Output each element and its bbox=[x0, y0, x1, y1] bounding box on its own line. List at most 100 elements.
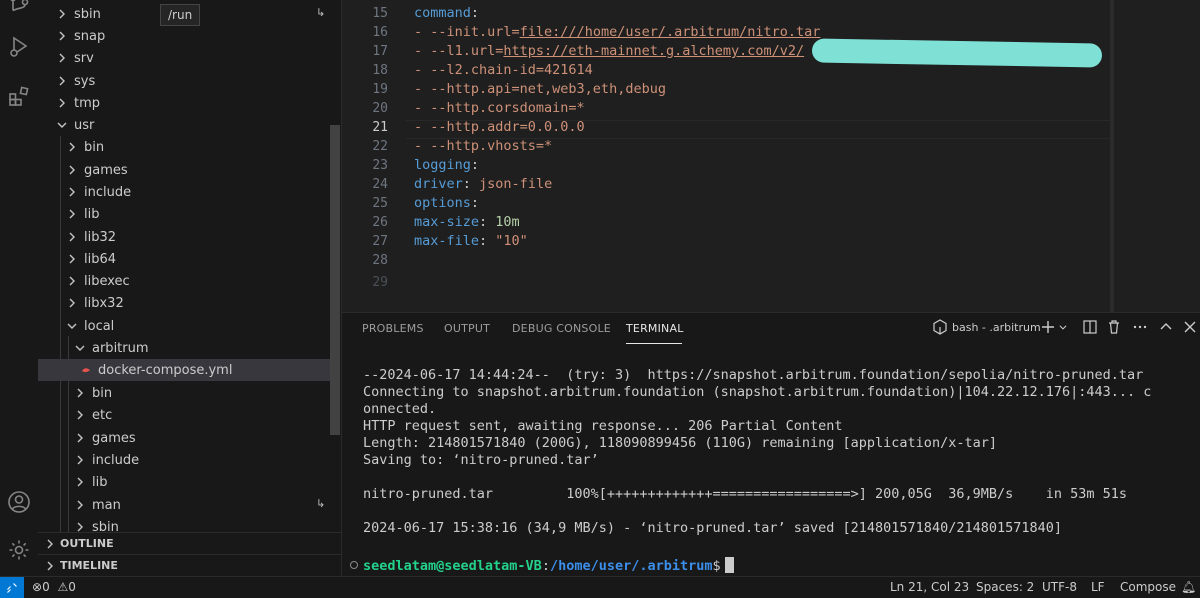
bottom-panel: PROBLEMS OUTPUT DEBUG CONSOLE TERMINAL b… bbox=[342, 312, 1200, 576]
tree-folder-games[interactable]: games bbox=[38, 159, 330, 181]
code-line: - --l2.chain-id=421614 bbox=[414, 62, 593, 78]
line-number: 26 bbox=[372, 215, 388, 230]
tree-folder-srv[interactable]: srv bbox=[38, 47, 330, 69]
tab-output[interactable]: OUTPUT bbox=[444, 322, 490, 335]
tree-folder-tmp[interactable]: tmp bbox=[38, 92, 330, 114]
path-tooltip: /run bbox=[160, 4, 201, 26]
terminal-line: Saving to: ‘nitro-pruned.tar’ bbox=[363, 452, 599, 468]
kill-terminal-button[interactable] bbox=[1106, 319, 1122, 335]
cursor-position[interactable]: Ln 21, Col 23 bbox=[890, 580, 969, 594]
sidebar-scrollbar[interactable] bbox=[330, 125, 340, 435]
chevron-right-icon bbox=[54, 6, 70, 22]
terminal-line: --2024-06-17 14:44:24-- (try: 3) https:/… bbox=[363, 367, 1144, 383]
problems-indicator[interactable]: ⊗0 ⚠0 bbox=[32, 580, 76, 594]
line-number: 22 bbox=[372, 139, 388, 154]
terminal-selector[interactable]: bash - .arbitrum bbox=[932, 319, 1041, 335]
chevron-right-icon bbox=[72, 474, 88, 490]
tree-folder-sbin[interactable]: sbin bbox=[38, 516, 330, 532]
chevron-right-icon bbox=[64, 184, 80, 200]
language-mode[interactable]: Compose bbox=[1120, 580, 1176, 594]
extensions-icon[interactable] bbox=[0, 78, 38, 114]
split-icon bbox=[1083, 320, 1097, 334]
tree-folder-lib[interactable]: lib bbox=[38, 471, 330, 493]
tree-folder-lib64[interactable]: lib64 bbox=[38, 248, 330, 270]
tree-folder-arbitrum[interactable]: arbitrum bbox=[38, 337, 330, 359]
line-number: 23 bbox=[372, 158, 388, 173]
chevron-down-icon bbox=[64, 318, 80, 334]
code-link[interactable]: https://eth-mainnet.g.alchemy.com/v2/ bbox=[503, 43, 804, 59]
chevron-down-icon bbox=[54, 117, 70, 133]
new-terminal-button[interactable] bbox=[1040, 319, 1068, 335]
remote-indicator[interactable] bbox=[0, 577, 24, 598]
line-number: 15 bbox=[372, 6, 388, 21]
timeline-section[interactable]: TIMELINE bbox=[38, 554, 342, 576]
chevron-down-icon bbox=[1059, 325, 1067, 330]
line-number: 28 bbox=[372, 253, 388, 268]
trash-icon bbox=[1109, 320, 1119, 334]
tree-folder-include[interactable]: include bbox=[38, 449, 330, 471]
outline-section[interactable]: OUTLINE bbox=[38, 532, 342, 554]
account-icon[interactable] bbox=[0, 484, 38, 520]
terminal-line: Length: 214801571840 (200G), 11809089945… bbox=[363, 435, 997, 451]
maximize-panel-button[interactable] bbox=[1158, 319, 1174, 335]
tree-folder-usr[interactable]: usr bbox=[38, 114, 330, 136]
active-tab-indicator bbox=[626, 343, 682, 344]
tree-folder-sys[interactable]: sys bbox=[38, 70, 330, 92]
terminal-prompt[interactable]: seedlatam@seedlatam-VB:/home/user/.arbit… bbox=[363, 557, 734, 574]
code-line: - --http.vhosts=* bbox=[414, 138, 553, 154]
settings-gear-icon[interactable] bbox=[0, 532, 38, 568]
tree-file-docker-compose[interactable]: docker-compose.yml bbox=[38, 359, 330, 381]
chevron-right-icon bbox=[72, 385, 88, 401]
tab-terminal[interactable]: TERMINAL bbox=[626, 322, 684, 335]
code-editor[interactable]: 15 16 17 18 19 20 21 22 23 24 25 26 27 2… bbox=[342, 0, 1200, 312]
status-bar: ⊗0 ⚠0 Ln 21, Col 23 Spaces: 2 UTF-8 LF C… bbox=[0, 576, 1200, 598]
chevron-right-icon bbox=[64, 295, 80, 311]
tree-folder-bin[interactable]: bin bbox=[38, 136, 330, 158]
notifications-bell-icon[interactable]: 🔔︎ bbox=[1181, 580, 1196, 594]
tree-folder-games[interactable]: games bbox=[38, 427, 330, 449]
tree-folder-include[interactable]: include bbox=[38, 181, 330, 203]
tree-folder-man[interactable]: man bbox=[38, 494, 330, 516]
tab-debug-console[interactable]: DEBUG CONSOLE bbox=[512, 322, 611, 335]
code-line: max-size: 10m bbox=[414, 214, 520, 230]
plus-icon bbox=[1042, 321, 1054, 333]
tree-folder-snap[interactable]: snap bbox=[38, 25, 330, 47]
chevron-right-icon bbox=[64, 206, 80, 222]
tree-folder-etc[interactable]: etc bbox=[38, 404, 330, 426]
end-of-line[interactable]: LF bbox=[1091, 580, 1105, 594]
line-number-active: 21 bbox=[372, 120, 388, 135]
chevron-right-icon bbox=[42, 558, 58, 574]
explorer-sidebar: sbin snap srv sys tmp usr bin games incl… bbox=[38, 0, 342, 576]
indentation[interactable]: Spaces: 2 bbox=[976, 580, 1034, 594]
terminal-line: HTTP request sent, awaiting response... … bbox=[363, 418, 843, 434]
source-control-icon[interactable] bbox=[0, 0, 38, 22]
ellipsis-button[interactable] bbox=[1132, 319, 1148, 335]
chevron-right-icon bbox=[72, 407, 88, 423]
terminal-decoration-icon bbox=[350, 561, 358, 569]
redaction-marker bbox=[811, 38, 1103, 68]
run-debug-icon[interactable] bbox=[0, 28, 38, 64]
chevron-right-icon bbox=[54, 73, 70, 89]
close-panel-button[interactable] bbox=[1182, 319, 1198, 335]
chevron-right-icon bbox=[64, 162, 80, 178]
encoding[interactable]: UTF-8 bbox=[1042, 580, 1077, 594]
tree-folder-libx32[interactable]: libx32 bbox=[38, 292, 330, 314]
code-line: - --init.url=file:///home/user/.arbitrum… bbox=[414, 24, 821, 40]
tree-folder-lib32[interactable]: lib32 bbox=[38, 226, 330, 248]
symlink-arrow-icon: ↳ bbox=[316, 497, 326, 510]
line-number: 17 bbox=[372, 44, 388, 59]
tree-folder-libexec[interactable]: libexec bbox=[38, 270, 330, 292]
chevron-right-icon bbox=[42, 536, 58, 552]
code-line: options: bbox=[414, 195, 480, 211]
editor-ruler bbox=[1110, 0, 1114, 312]
line-number: 24 bbox=[372, 177, 388, 192]
more-icon bbox=[1133, 325, 1147, 329]
split-terminal-button[interactable] bbox=[1082, 319, 1098, 335]
code-link[interactable]: file:///home/user/.arbitrum/nitro.tar bbox=[520, 24, 821, 40]
line-number: 19 bbox=[372, 82, 388, 97]
tree-folder-lib[interactable]: lib bbox=[38, 203, 330, 225]
tree-folder-bin[interactable]: bin bbox=[38, 382, 330, 404]
chevron-right-icon bbox=[54, 50, 70, 66]
tab-problems[interactable]: PROBLEMS bbox=[362, 322, 424, 335]
tree-folder-local[interactable]: local bbox=[38, 315, 330, 337]
